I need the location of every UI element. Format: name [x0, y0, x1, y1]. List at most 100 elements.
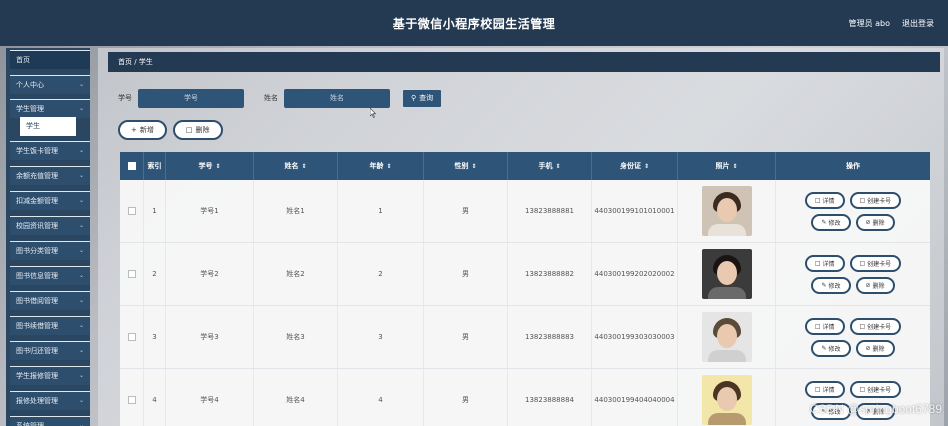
student-photo[interactable]	[701, 249, 752, 299]
sidebar-item[interactable]: 图书分类管理 ⌄	[10, 241, 90, 260]
trash-icon: ⊘	[865, 218, 871, 226]
cell-index: 4	[144, 369, 166, 426]
chevron-down-icon: ⌄	[78, 272, 84, 279]
detail-button-label: 详情	[822, 323, 835, 331]
sidebar-item-label: 学生饭卡管理	[16, 147, 58, 155]
create-card-button[interactable]: □ 创建卡号	[849, 380, 902, 398]
col-photo[interactable]: 照片 ⇕	[678, 152, 776, 180]
trash-icon: ⊘	[865, 281, 871, 289]
search-icon: ⚲	[411, 94, 417, 102]
edit-button[interactable]: ✎ 修改	[811, 213, 851, 231]
col-sno-label: 学号	[198, 162, 213, 170]
sidebar-item-label: 扣减金额管理	[16, 197, 58, 205]
select-all-checkbox[interactable]	[127, 162, 136, 170]
breadcrumb: 首页 / 学生	[108, 52, 940, 72]
add-button[interactable]: + 新增	[118, 120, 167, 140]
cell-index: 1	[144, 180, 166, 242]
detail-button-label: 详情	[822, 260, 835, 268]
delete-button[interactable]: □ 删除	[172, 120, 223, 140]
detail-button[interactable]: □ 详情	[804, 380, 845, 398]
chevron-down-icon: ⌄	[78, 397, 84, 404]
table-body: 1 学号1 姓名1 1 男 13823888881 44030019910101…	[120, 180, 930, 426]
name-label: 姓名	[264, 94, 278, 102]
card-icon: □	[859, 322, 866, 330]
cell-sex: 男	[424, 243, 508, 305]
cell-age: 4	[338, 369, 424, 426]
trash-icon: ⊘	[865, 344, 871, 352]
sno-input[interactable]	[138, 88, 244, 108]
edit-button[interactable]: ✎ 修改	[811, 276, 851, 294]
cell-index: 2	[144, 243, 166, 305]
sidebar-item[interactable]: 图书归还管理 ⌄	[10, 341, 90, 360]
col-sno[interactable]: 学号 ⇕	[166, 152, 254, 180]
col-sex[interactable]: 性别 ⇕	[424, 152, 508, 180]
row-delete-button[interactable]: ⊘ 删除	[855, 276, 895, 294]
detail-button[interactable]: □ 详情	[804, 191, 845, 209]
cell-phone: 13823888881	[508, 180, 592, 242]
sidebar-item[interactable]: 学生饭卡管理 ⌄	[10, 141, 90, 160]
cell-name: 姓名2	[254, 243, 338, 305]
create-card-button[interactable]: □ 创建卡号	[849, 317, 902, 335]
sidebar-item[interactable]: 学生报修管理 ⌄	[10, 366, 90, 385]
create-card-button-label: 创建卡号	[867, 323, 892, 331]
query-button-label: 查询	[419, 94, 434, 102]
sidebar-item[interactable]: 图书借阅管理 ⌄	[10, 291, 90, 310]
sidebar-item[interactable]: 扣减金额管理 ⌄	[10, 191, 90, 210]
row-checkbox[interactable]	[127, 270, 136, 278]
create-card-button[interactable]: □ 创建卡号	[849, 254, 902, 272]
sidebar-item[interactable]: 余额充值管理 ⌄	[10, 166, 90, 185]
edit-icon: ✎	[821, 344, 827, 352]
create-card-button-label: 创建卡号	[867, 386, 892, 394]
sidebar-item[interactable]: 校园资讯管理 ⌄	[10, 216, 90, 235]
cell-idcard: 440300199303030003	[592, 306, 678, 368]
col-phone[interactable]: 手机 ⇕	[508, 152, 592, 180]
sidebar-item[interactable]: 图书续借管理 ⌄	[10, 316, 90, 335]
chevron-down-icon: ⌄	[78, 247, 84, 254]
admin-user-label[interactable]: 管理员 abo	[849, 18, 890, 29]
col-name[interactable]: 姓名 ⇕	[254, 152, 338, 180]
detail-button[interactable]: □ 详情	[804, 317, 845, 335]
row-delete-button-label: 删除	[872, 345, 885, 353]
sidebar-item-label: 学生管理	[16, 105, 44, 113]
student-photo[interactable]	[701, 186, 752, 236]
edit-button-label: 修改	[828, 219, 841, 227]
detail-icon: □	[814, 196, 821, 204]
row-delete-button[interactable]: ⊘ 删除	[855, 339, 895, 357]
col-index: 索引	[144, 152, 166, 180]
cell-sno: 学号2	[166, 243, 254, 305]
edit-button[interactable]: ✎ 修改	[811, 339, 851, 357]
detail-button[interactable]: □ 详情	[804, 254, 845, 272]
sidebar-item[interactable]: 报修处理管理 ⌄	[10, 391, 90, 410]
row-checkbox[interactable]	[127, 207, 136, 215]
delete-button-label: 删除	[195, 126, 210, 134]
detail-button-label: 详情	[822, 386, 835, 394]
name-input[interactable]	[284, 88, 390, 108]
sidebar-item-label: 报修处理管理	[16, 397, 58, 405]
create-card-button[interactable]: □ 创建卡号	[849, 191, 902, 209]
table-row: 2 学号2 姓名2 2 男 13823888882 44030019920202…	[120, 243, 930, 306]
sidebar-item[interactable]: 首页	[10, 50, 90, 69]
detail-icon: □	[814, 259, 821, 267]
sidebar-item[interactable]: 图书信息管理 ⌄	[10, 266, 90, 285]
sort-icon: ⇕	[471, 162, 477, 170]
row-checkbox[interactable]	[127, 333, 136, 341]
cell-name: 姓名4	[254, 369, 338, 426]
col-age[interactable]: 年龄 ⇕	[338, 152, 424, 180]
logout-link[interactable]: 退出登录	[902, 18, 934, 29]
create-card-button-label: 创建卡号	[867, 197, 892, 205]
sidebar-item[interactable]: 学生	[20, 117, 76, 136]
sidebar: 首页 个人中心 ⌄ 学生管理 ⌄ 学生 学生饭卡管理 ⌄ 余额充值管理 ⌄ 扣减金额管理 ⌄ 校园资讯管…	[6, 48, 90, 426]
sidebar-item-label: 校园资讯管理	[16, 222, 58, 230]
query-button[interactable]: ⚲ 查询	[402, 88, 443, 108]
sidebar-item[interactable]: 学生管理 ⌄	[10, 99, 90, 118]
row-delete-button[interactable]: ⊘ 删除	[855, 213, 895, 231]
chevron-down-icon: ⌄	[78, 147, 84, 154]
row-checkbox[interactable]	[127, 396, 136, 404]
student-photo[interactable]	[701, 375, 752, 425]
col-idcard[interactable]: 身份证 ⇕	[592, 152, 678, 180]
sidebar-item[interactable]: 个人中心 ⌄	[10, 75, 90, 94]
sidebar-item[interactable]: 系统管理 ⌄	[10, 416, 90, 426]
student-photo[interactable]	[701, 312, 752, 362]
col-age-label: 年龄	[369, 162, 384, 170]
sno-label: 学号	[118, 94, 132, 102]
